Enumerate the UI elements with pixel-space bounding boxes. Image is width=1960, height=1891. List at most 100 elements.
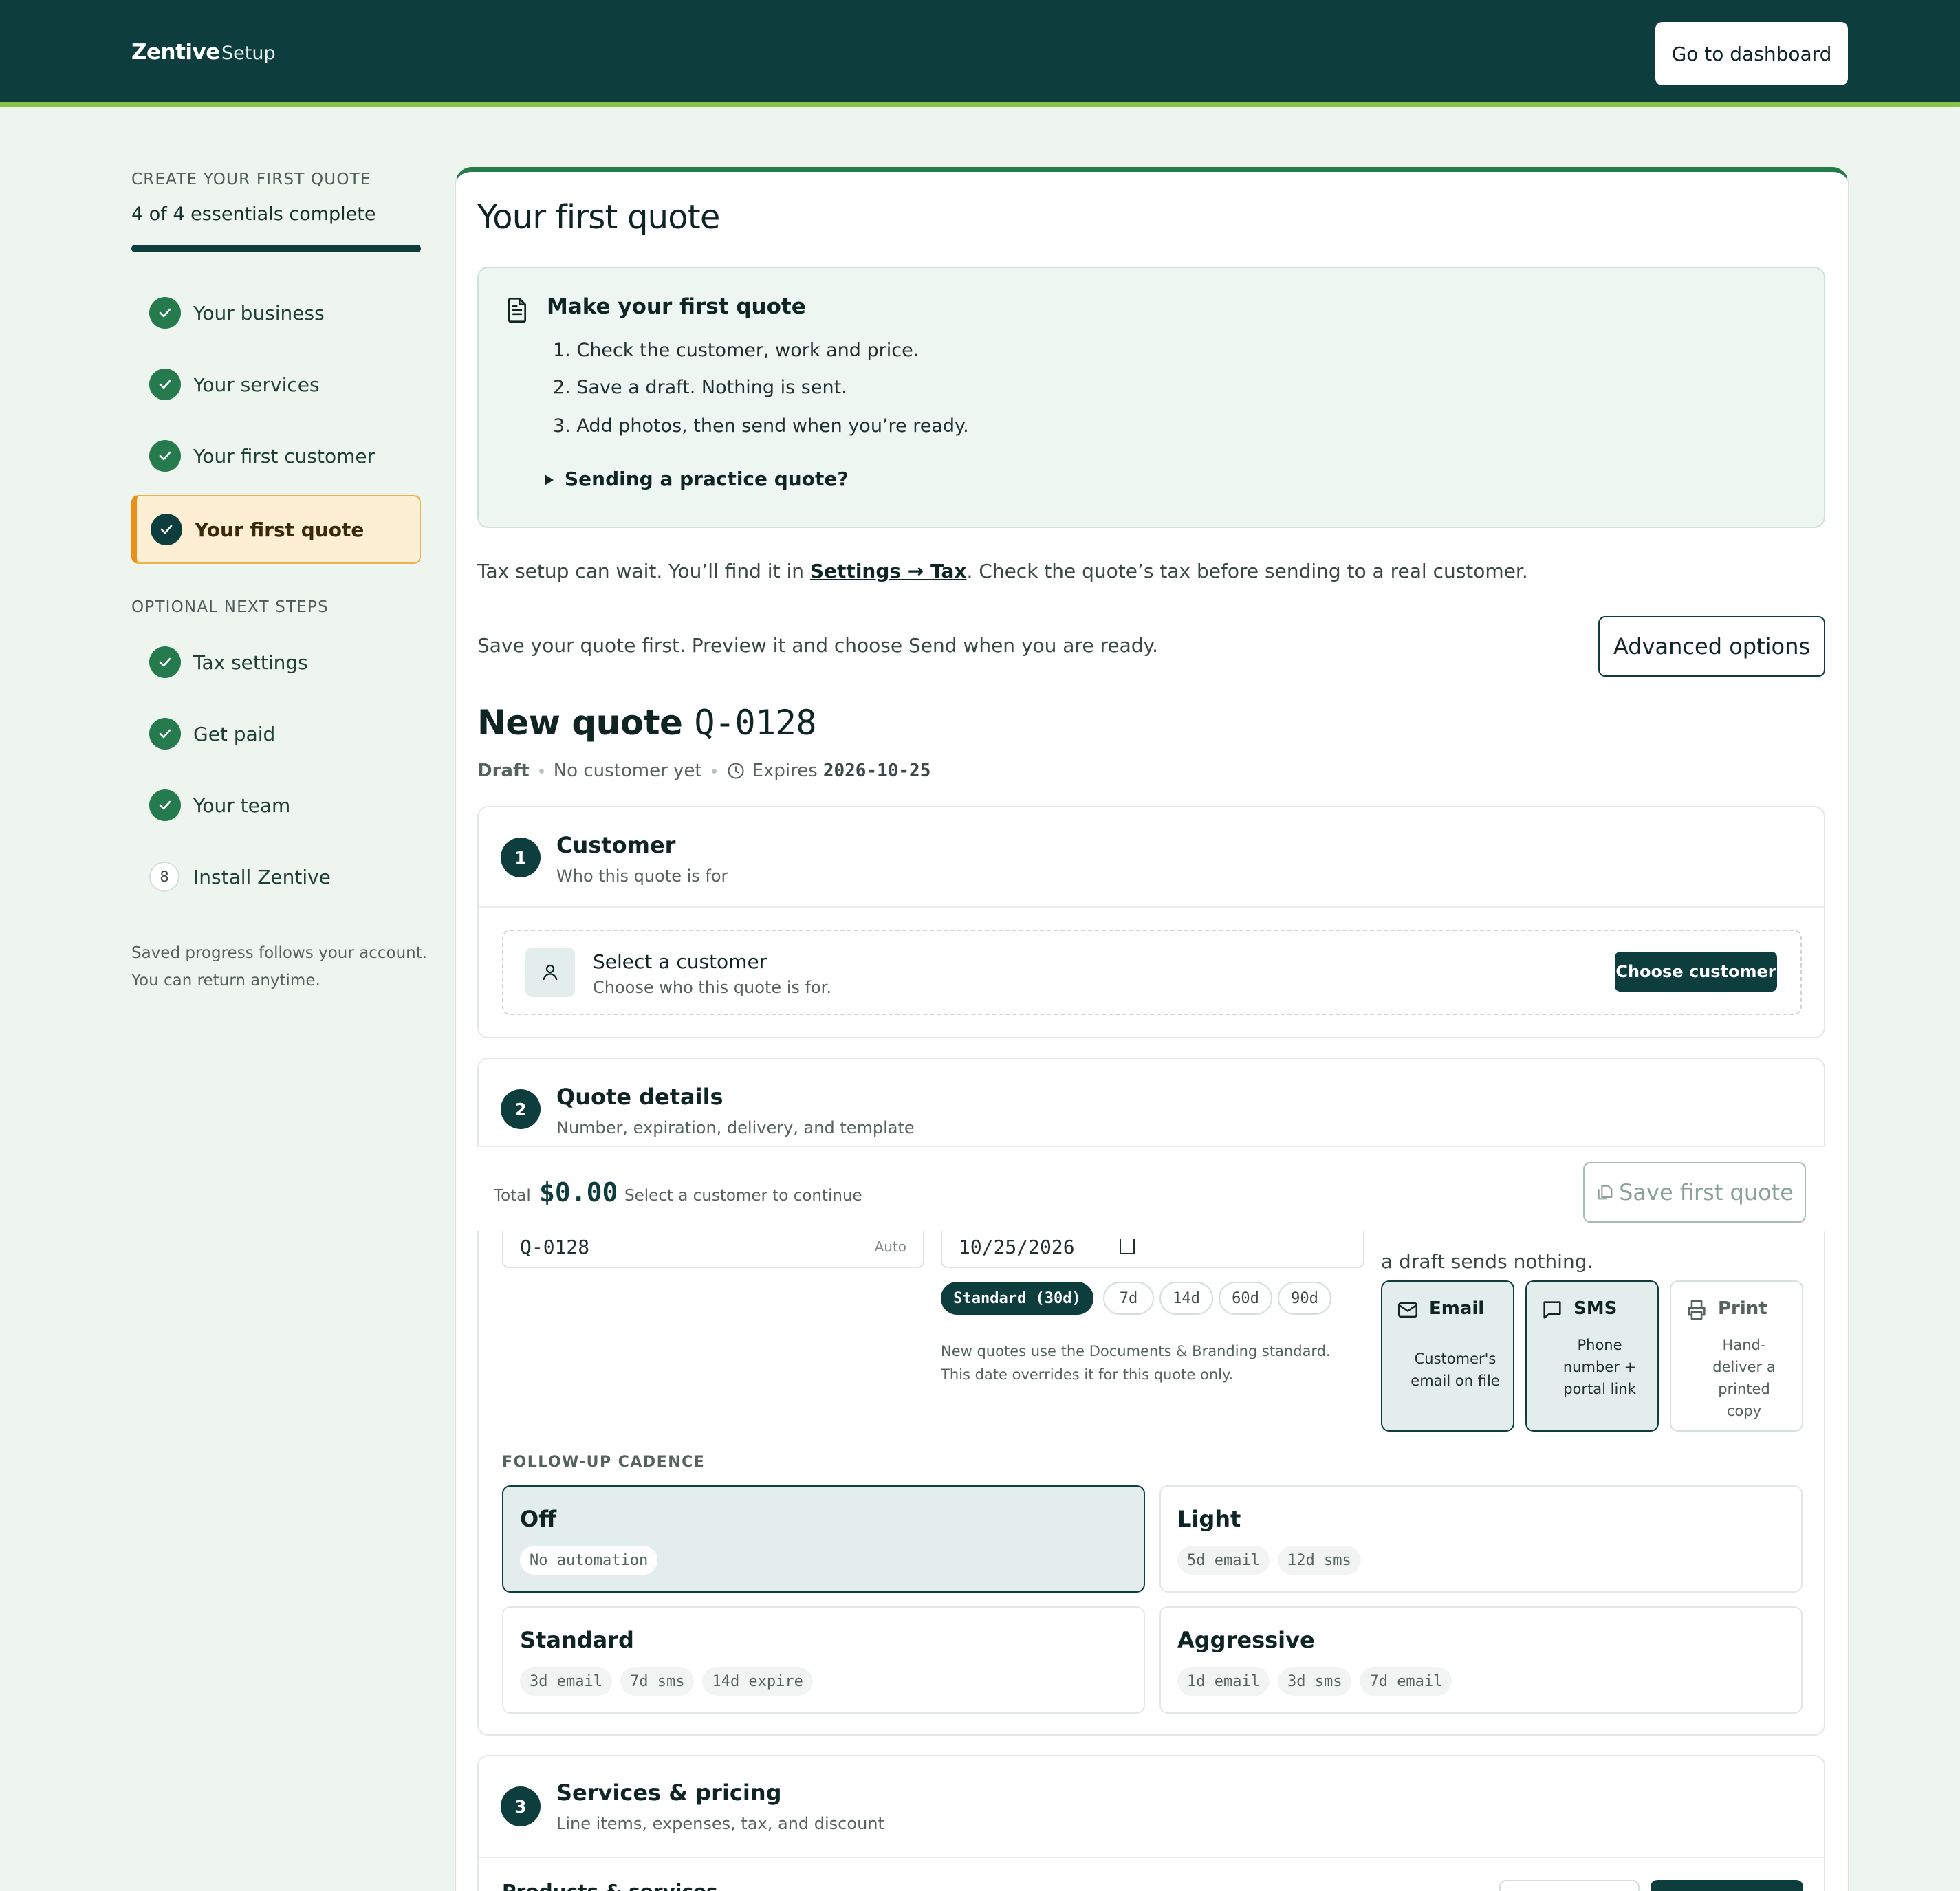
expiry-preset-60d[interactable]: 60d — [1219, 1282, 1272, 1315]
sidebar-item-label: Your business — [193, 301, 325, 325]
calendar-icon[interactable] — [1120, 1239, 1135, 1254]
expiration-date-value: 10/25/2026 — [959, 1235, 1075, 1258]
cadence-option-standard[interactable]: Standard 3d email 7d sms 14d expire — [502, 1606, 1145, 1714]
cadence-tag: No automation — [520, 1546, 658, 1575]
sidebar-note: Saved progress follows your account. You… — [131, 944, 428, 990]
step-badge: 1 — [501, 838, 541, 877]
sidebar-item-your-team[interactable]: Your team — [131, 774, 421, 836]
person-icon — [525, 948, 575, 997]
delivery-note: a draft sends nothing. — [1381, 1250, 1593, 1273]
tip-step: 3. Add photos, then send when you’re rea… — [553, 415, 969, 437]
sidebar-item-label: Your team — [193, 794, 291, 817]
sidebar-progress-bar — [131, 245, 421, 252]
select-customer-title: Select a customer — [593, 950, 767, 973]
sidebar-item-your-first-customer[interactable]: Your first customer — [131, 425, 421, 487]
cadence-tag: 7d sms — [620, 1667, 695, 1696]
sidebar-item-your-business[interactable]: Your business — [131, 282, 421, 344]
cadence-tag: 14d expire — [702, 1667, 813, 1696]
mail-icon — [1397, 1302, 1418, 1318]
delivery-desc: Phone number + portal link — [1562, 1337, 1637, 1397]
check-icon — [151, 514, 182, 545]
expiry-preset-7d[interactable]: 7d — [1103, 1282, 1154, 1315]
sidebar-item-your-services[interactable]: Your services — [131, 353, 421, 415]
sidebar-item-label: Your services — [193, 373, 320, 396]
status-badge: Draft — [477, 761, 530, 781]
cadence-tag: 7d email — [1360, 1667, 1452, 1696]
page-title: Your first quote — [477, 198, 720, 237]
section-divider — [479, 906, 1824, 908]
disclosure-triangle-icon — [545, 474, 554, 485]
quote-number-field[interactable]: Q-0128 Auto — [502, 1227, 924, 1268]
tax-note-text: . Check the quote’s tax before sending t… — [966, 560, 1528, 582]
delivery-option-email[interactable]: Email Customer's email on file — [1381, 1280, 1514, 1432]
choose-customer-button[interactable]: Choose customer — [1615, 952, 1777, 992]
printer-icon — [1688, 1300, 1706, 1320]
customer-section: 1 Customer Who this quote is for Select … — [477, 806, 1825, 1038]
cadence-option-aggressive[interactable]: Aggressive 1d email 3d sms 7d email — [1159, 1606, 1803, 1714]
chat-icon — [1543, 1301, 1561, 1319]
copy-icon — [1598, 1185, 1613, 1200]
tip-step: 2. Save a draft. Nothing is sent. — [553, 377, 847, 398]
quote-meta: Draft No customer yet Expires 2026-10-25 — [477, 761, 930, 781]
delivery-option-sms[interactable]: SMS Phone number + portal link — [1525, 1280, 1659, 1432]
separator-dot — [538, 768, 544, 774]
cadence-name: Light — [1177, 1506, 1241, 1532]
tax-note-text: Tax setup can wait. You’ll find it in — [477, 560, 810, 582]
expiry-note: New quotes use the Documents & Branding … — [941, 1343, 1331, 1383]
advanced-options-button[interactable]: Advanced options — [1598, 616, 1825, 677]
tip-step: 1. Check the customer, work and price. — [553, 340, 919, 361]
practice-quote-disclosure[interactable]: Sending a practice quote? — [545, 468, 849, 490]
quote-number: Q-0128 — [694, 703, 816, 743]
total-value: $0.00 — [539, 1177, 618, 1207]
cadence-name: Aggressive — [1177, 1627, 1315, 1653]
expiration-date-field[interactable]: 10/25/2026 — [941, 1227, 1364, 1268]
delivery-name: Print — [1718, 1298, 1767, 1319]
services-section: 3 Services & pricing Line items, expense… — [477, 1755, 1825, 1891]
tip-title: Make your first quote — [547, 294, 806, 319]
save-first-quote-button[interactable]: Save first quote — [1583, 1162, 1806, 1223]
select-customer-subtitle: Choose who this quote is for. — [593, 978, 831, 997]
quote-title-prefix: New quote — [477, 703, 683, 743]
section-divider — [479, 1857, 1824, 1858]
check-icon — [149, 718, 181, 750]
document-icon — [508, 298, 526, 323]
sidebar-item-label: Your first quote — [195, 518, 364, 541]
brand-logo[interactable]: Zentive — [131, 40, 220, 65]
delivery-desc: Hand-deliver a printed copy — [1712, 1337, 1776, 1419]
tax-note: Tax setup can wait. You’ll find it in Se… — [477, 560, 1528, 582]
step-badge: 3 — [501, 1786, 541, 1826]
cadence-tag: 3d sms — [1277, 1667, 1352, 1696]
products-label: Products & services — [502, 1880, 718, 1891]
cadence-tag: 5d email — [1177, 1546, 1270, 1575]
primary-add-button[interactable] — [1651, 1880, 1803, 1891]
clock-icon — [728, 763, 744, 779]
delivery-name: SMS — [1574, 1298, 1618, 1319]
sidebar-item-your-first-quote[interactable]: Your first quote — [131, 495, 421, 564]
tip-panel: Make your first quote 1. Check the custo… — [477, 267, 1825, 528]
expiry-preset-90d[interactable]: 90d — [1278, 1282, 1331, 1315]
sidebar-item-tax-settings[interactable]: Tax settings — [131, 631, 421, 693]
expiry-preset-standard[interactable]: Standard (30d) — [941, 1282, 1093, 1315]
cadence-tag: 1d email — [1177, 1667, 1270, 1696]
total-label: Total — [494, 1187, 531, 1205]
cadence-option-off[interactable]: Off No automation — [502, 1485, 1145, 1593]
check-icon — [149, 297, 181, 329]
go-to-dashboard-button[interactable]: Go to dashboard — [1655, 22, 1848, 85]
customer-picker[interactable]: Select a customer Choose who this quote … — [502, 930, 1802, 1015]
settings-tax-link[interactable]: Settings → Tax — [810, 560, 967, 582]
section-title: Quote details — [556, 1084, 723, 1110]
disclosure-label: Sending a practice quote? — [565, 468, 849, 490]
secondary-add-button[interactable] — [1499, 1880, 1640, 1891]
delivery-name: Email — [1429, 1298, 1485, 1319]
sidebar-item-get-paid[interactable]: Get paid — [131, 703, 421, 765]
step-badge: 2 — [501, 1089, 541, 1129]
auto-hint: Auto — [874, 1238, 906, 1255]
sidebar-item-install-zentive[interactable]: 8 Install Zentive — [131, 846, 421, 908]
delivery-option-print[interactable]: Print Hand-deliver a printed copy — [1670, 1280, 1803, 1432]
expiry-preset-14d[interactable]: 14d — [1159, 1282, 1213, 1315]
section-subtitle: Number, expiration, delivery, and templa… — [556, 1118, 915, 1137]
sidebar-optional-caption: OPTIONAL NEXT STEPS — [131, 598, 329, 616]
expires-label: Expires — [752, 761, 818, 781]
cadence-option-light[interactable]: Light 5d email 12d sms — [1159, 1485, 1803, 1593]
sidebar-item-label: Your first customer — [193, 444, 375, 468]
